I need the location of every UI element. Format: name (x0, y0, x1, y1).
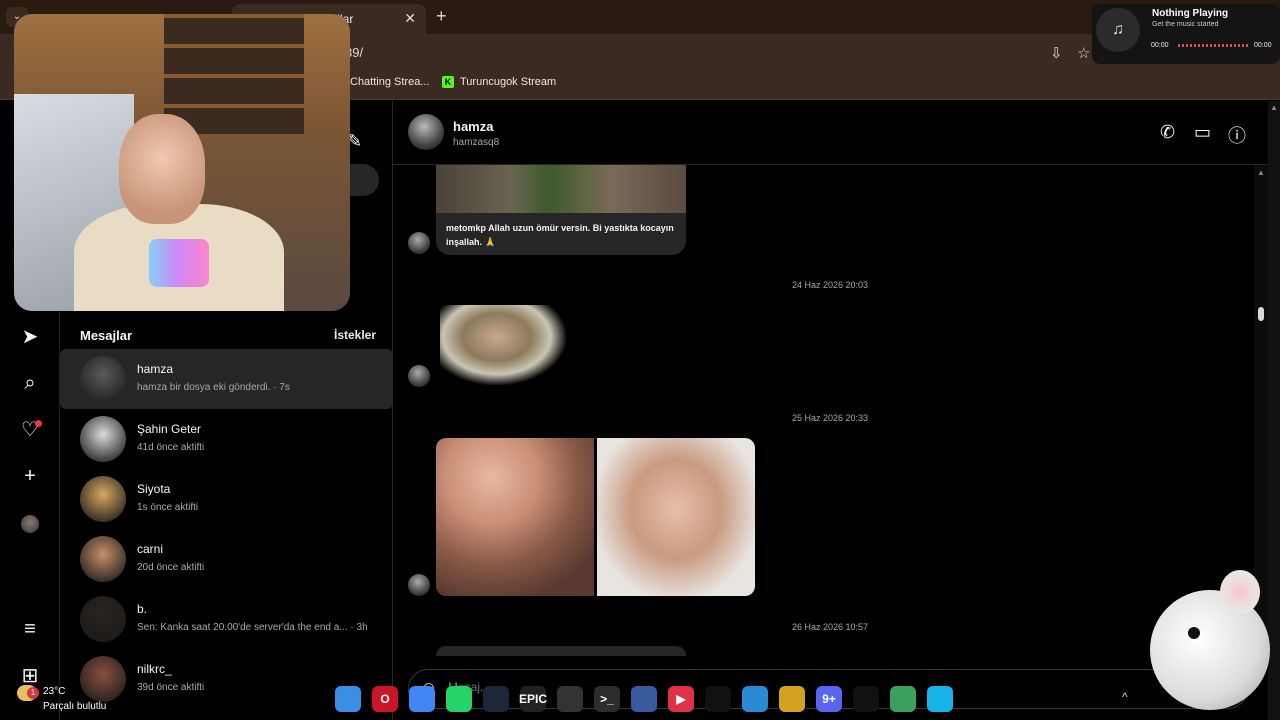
taskbar-apps: O EPIC >_ ▶ 9+ (335, 686, 953, 712)
conversation-avatar (80, 656, 126, 702)
music-title: Nothing Playing (1152, 8, 1229, 19)
conversation-subtitle: 20d önce aktifti (137, 562, 205, 573)
conversation-subtitle: 41d önce aktifti (137, 442, 205, 453)
conversation-avatar (80, 476, 126, 522)
new-tab-button[interactable]: + (436, 6, 447, 27)
conversation-subtitle: 1s önce aktifti (137, 502, 199, 513)
music-time-end: 00:00 (1254, 42, 1272, 49)
send-icon[interactable]: ➤ (18, 325, 42, 349)
shared-photo[interactable] (597, 438, 755, 596)
whatsapp-icon[interactable] (446, 686, 472, 712)
chat-scroll-up-arrow[interactable]: ▲ (1257, 168, 1265, 177)
capcut-icon[interactable] (705, 686, 731, 712)
colorful-app-icon[interactable] (779, 686, 805, 712)
conversation-name: nilkrc_ (137, 662, 172, 676)
webcam-shelf (164, 14, 304, 134)
message-bubble: metomkp Allah uzun ömür versin. Bi yastı… (436, 213, 686, 255)
close-tab-icon[interactable]: ✕ (404, 10, 416, 27)
music-note-icon[interactable]: ♫ (1096, 8, 1140, 52)
phone-call-icon[interactable]: ✆ (1160, 122, 1175, 143)
tray-chevron-icon[interactable]: ^ (1122, 690, 1128, 704)
page-scroll-up-arrow[interactable]: ▲ (1270, 103, 1278, 112)
conversation-item[interactable]: b. Sen: Kanka saat 20.00'de server'da the… (60, 589, 393, 649)
obs-icon[interactable] (557, 686, 583, 712)
install-app-icon[interactable]: ⇩ (1050, 44, 1063, 62)
mouse-ear (1220, 570, 1260, 614)
chat-header (393, 101, 1268, 165)
webcam-microphone (149, 239, 209, 287)
shared-photo[interactable] (436, 438, 594, 596)
globe-app-icon[interactable] (890, 686, 916, 712)
conversation-item[interactable]: Şahin Geter 41d önce aktifti (60, 409, 393, 469)
weather-temp[interactable]: 23°C (43, 686, 65, 697)
steam-icon[interactable] (483, 686, 509, 712)
file-app-icon[interactable] (742, 686, 768, 712)
page-scrollbar[interactable] (1268, 101, 1280, 720)
conversation-item[interactable]: hamza hamza bir dosya eki gönderdi. · 7s (60, 349, 393, 409)
conversation-avatar (80, 596, 126, 642)
chat-scroll-thumb[interactable] (1258, 307, 1264, 321)
bookmark-turuncugok-stream[interactable]: K Turuncugok Stream (442, 76, 556, 88)
terminal-icon[interactable]: >_ (594, 686, 620, 712)
conversation-item[interactable]: Siyota 1s önce aktifti (60, 469, 393, 529)
conversation-name: carni (137, 542, 164, 556)
capcut-2-icon[interactable] (853, 686, 879, 712)
conversation-name: b. (137, 602, 148, 616)
opera-icon[interactable]: O (372, 686, 398, 712)
kodi-icon[interactable] (927, 686, 953, 712)
message-timestamp: 25 Haz 2026 20:33 (792, 413, 869, 423)
conversation-name: Şahin Geter (137, 422, 202, 436)
conversation-name: Siyota (137, 482, 171, 496)
search-icon[interactable]: ⌕ (18, 371, 42, 395)
conversation-name: hamza (137, 362, 174, 376)
bookmark-chatting-stream[interactable]: Chatting Strea... (350, 76, 430, 88)
music-progress-bar[interactable] (1178, 44, 1248, 47)
chat-avatar[interactable] (408, 114, 444, 150)
message-timestamp: 24 Haz 2026 20:03 (792, 280, 869, 290)
conversation-avatar (80, 416, 126, 462)
webcam-person-head (119, 114, 205, 224)
music-time-start: 00:00 (1151, 42, 1169, 49)
chat-name[interactable]: hamza (453, 119, 493, 134)
message-timestamp: 26 Haz 2026 10:57 (792, 622, 869, 632)
menu-icon[interactable]: ≡ (18, 617, 42, 641)
windows-start-icon[interactable] (335, 686, 361, 712)
requests-link[interactable]: İstekler (334, 328, 376, 342)
weather-badge: 1 (27, 687, 39, 699)
chat-username: hamzasq8 (453, 137, 500, 148)
conversation-subtitle: 39d önce aktifti (137, 682, 205, 693)
mouse-eye (1188, 627, 1200, 639)
weather-desc[interactable]: Parçalı bulutlu (43, 701, 106, 712)
sticker-image[interactable] (440, 305, 566, 385)
media-player-icon[interactable]: ▶ (668, 686, 694, 712)
plus-icon[interactable]: + (18, 464, 42, 488)
editor-icon[interactable] (631, 686, 657, 712)
profile-avatar[interactable] (21, 515, 39, 533)
bookmark-star-icon[interactable]: ☆ (1077, 44, 1090, 62)
chrome-icon[interactable] (409, 686, 435, 712)
message-bubble-partial (436, 646, 686, 656)
conversation-item[interactable]: carni 20d önce aktifti (60, 529, 393, 589)
video-call-icon[interactable]: ▭ (1194, 122, 1211, 143)
music-subtitle: Get the music started (1152, 21, 1219, 28)
epic-games-icon[interactable]: EPIC (519, 686, 547, 712)
sender-avatar[interactable] (408, 365, 430, 387)
info-icon[interactable]: ⓘ (1228, 122, 1246, 148)
webcam-overlay (14, 14, 350, 311)
conversation-subtitle: Sen: Kanka saat 20.00'de server'da the e… (137, 622, 368, 633)
kick-icon: K (442, 76, 454, 88)
conversation-avatar (80, 536, 126, 582)
conversation-subtitle: hamza bir dosya eki gönderdi. · 7s (137, 382, 290, 393)
sender-avatar[interactable] (408, 574, 430, 596)
inbox-title: Mesajlar (80, 328, 133, 343)
discord-icon[interactable]: 9+ (816, 686, 842, 712)
sender-avatar[interactable] (408, 232, 430, 254)
shared-photo[interactable] (436, 165, 686, 213)
conversation-avatar (80, 356, 126, 402)
notification-dot (35, 420, 42, 427)
